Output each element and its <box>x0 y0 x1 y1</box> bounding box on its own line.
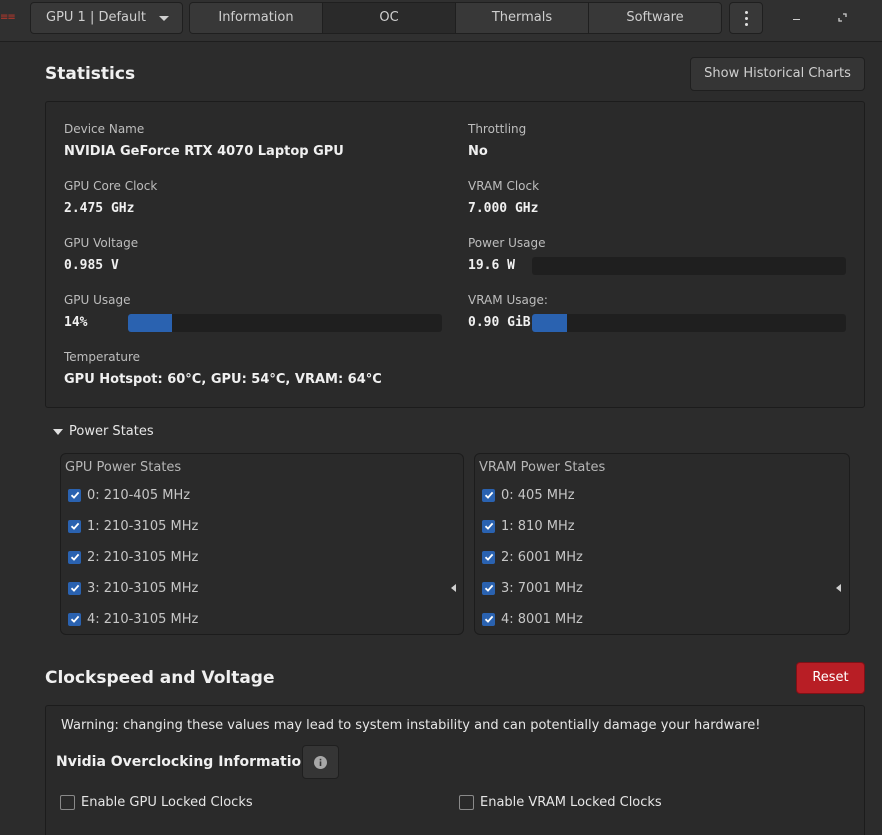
vram-power-state-label: 1: 810 MHz <box>501 518 575 534</box>
gpu-power-state-item[interactable]: 2: 210-3105 MHz <box>68 549 198 565</box>
vram-power-state-label: 0: 405 MHz <box>501 487 575 503</box>
scroll-left-icon[interactable] <box>836 584 841 592</box>
gpu-power-state-label: 1: 210-3105 MHz <box>87 518 199 534</box>
temperature-value: GPU Hotspot: 60°C, GPU: 54°C, VRAM: 64°C <box>64 372 382 387</box>
vram-locked-clocks-checkbox[interactable] <box>459 795 474 810</box>
expander-triangle-icon <box>53 428 63 435</box>
checkbox-checked-icon[interactable] <box>482 519 495 533</box>
device-name-label: Device Name <box>64 122 145 136</box>
tab-thermals[interactable]: Thermals <box>456 3 589 33</box>
gpu-usage-value: 14% <box>64 315 88 330</box>
main-tabs: Information OC Thermals Software <box>189 2 722 34</box>
gpu-power-state-label: 3: 210-3105 MHz <box>87 580 199 596</box>
vram-locked-clocks-option[interactable]: Enable VRAM Locked Clocks <box>459 795 662 810</box>
checkbox-checked-icon[interactable] <box>68 550 81 564</box>
vram-power-state-label: 4: 8001 MHz <box>501 611 583 627</box>
reset-button[interactable]: Reset <box>796 662 865 694</box>
power-usage-value: 19.6 W <box>468 258 515 273</box>
tab-information[interactable]: Information <box>190 3 323 33</box>
power-usage-label: Power Usage <box>468 236 546 250</box>
gpu-power-state-item[interactable]: 1: 210-3105 MHz <box>68 518 198 534</box>
vram-usage-bar-fill <box>532 314 567 332</box>
header-bar: ≡≡ GPU 1 | Default Information OC Therma… <box>0 0 882 42</box>
statistics-panel: Device Name NVIDIA GeForce RTX 4070 Lapt… <box>45 101 865 408</box>
info-icon <box>314 755 327 769</box>
gpu-usage-bar <box>128 314 442 332</box>
gpu-power-state-label: 2: 210-3105 MHz <box>87 549 199 565</box>
vram-power-state-label: 2: 6001 MHz <box>501 549 583 565</box>
checkbox-checked-icon[interactable] <box>68 581 81 595</box>
app-logo-icon: ≡≡ <box>0 14 16 22</box>
gpu-selector-label: GPU 1 | Default <box>46 10 146 25</box>
vram-power-state-item[interactable]: 4: 8001 MHz <box>482 611 583 627</box>
checkbox-checked-icon[interactable] <box>68 519 81 533</box>
vram-power-state-item[interactable]: 3: 7001 MHz <box>482 580 583 596</box>
scroll-left-icon[interactable] <box>451 584 456 592</box>
vram-power-state-item[interactable]: 1: 810 MHz <box>482 518 575 534</box>
chevron-down-icon <box>159 16 169 21</box>
vram-usage-bar <box>532 314 846 332</box>
vram-power-state-item[interactable]: 0: 405 MHz <box>482 487 575 503</box>
gpu-locked-clocks-label: Enable GPU Locked Clocks <box>81 795 253 810</box>
voltage-label: GPU Voltage <box>64 236 139 250</box>
vram-usage-value: 0.90 GiB <box>468 315 531 330</box>
show-historical-charts-button[interactable]: Show Historical Charts <box>690 57 865 91</box>
info-button[interactable] <box>302 745 339 779</box>
gpu-power-state-item[interactable]: 3: 210-3105 MHz <box>68 580 198 596</box>
power-states-expander[interactable]: Power States <box>53 424 154 439</box>
gpu-locked-clocks-option[interactable]: Enable GPU Locked Clocks <box>60 795 253 810</box>
warning-text: Warning: changing these values may lead … <box>61 718 761 733</box>
checkbox-checked-icon[interactable] <box>482 612 495 626</box>
vram-power-state-item[interactable]: 2: 6001 MHz <box>482 549 583 565</box>
gpu-usage-label: GPU Usage <box>64 293 131 307</box>
gpu-power-state-label: 0: 210-405 MHz <box>87 487 191 503</box>
gpu-power-state-label: 4: 210-3105 MHz <box>87 611 199 627</box>
vram-power-state-label: 3: 7001 MHz <box>501 580 583 596</box>
voltage-value: 0.985 V <box>64 258 119 273</box>
minimize-icon[interactable] <box>793 19 800 20</box>
power-states-label: Power States <box>69 424 154 439</box>
throttling-label: Throttling <box>468 122 527 136</box>
tab-oc[interactable]: OC <box>323 3 456 33</box>
core-clock-value: 2.475 GHz <box>64 201 135 216</box>
kebab-menu-button[interactable] <box>729 2 763 34</box>
tab-software[interactable]: Software <box>589 3 721 33</box>
gpu-power-states-header: GPU Power States <box>65 460 182 475</box>
gpu-power-state-item[interactable]: 0: 210-405 MHz <box>68 487 190 503</box>
gpu-power-states-list: GPU Power States 0: 210-405 MHz 1: 210-3… <box>60 453 464 635</box>
gpu-selector-dropdown[interactable]: GPU 1 | Default <box>30 2 183 34</box>
checkbox-checked-icon[interactable] <box>68 612 81 626</box>
checkbox-checked-icon[interactable] <box>482 581 495 595</box>
clockspeed-title: Clockspeed and Voltage <box>45 668 275 688</box>
core-clock-label: GPU Core Clock <box>64 179 158 193</box>
gpu-usage-bar-fill <box>128 314 172 332</box>
checkbox-checked-icon[interactable] <box>482 488 495 502</box>
checkbox-checked-icon[interactable] <box>482 550 495 564</box>
statistics-title: Statistics <box>45 64 136 84</box>
vram-power-states-list: VRAM Power States 0: 405 MHz 1: 810 MHz … <box>474 453 850 635</box>
device-name-value: NVIDIA GeForce RTX 4070 Laptop GPU <box>64 144 344 159</box>
clockspeed-panel: Warning: changing these values may lead … <box>45 705 865 835</box>
power-usage-bar <box>532 257 846 275</box>
vram-clock-label: VRAM Clock <box>468 179 540 193</box>
vram-power-states-header: VRAM Power States <box>479 460 606 475</box>
gpu-power-state-item[interactable]: 4: 210-3105 MHz <box>68 611 198 627</box>
gpu-locked-clocks-checkbox[interactable] <box>60 795 75 810</box>
throttling-value: No <box>468 144 488 159</box>
vram-clock-value: 7.000 GHz <box>468 201 539 216</box>
maximize-icon[interactable] <box>838 13 847 22</box>
checkbox-checked-icon[interactable] <box>68 488 81 502</box>
oc-info-title: Nvidia Overclocking Information <box>56 754 312 770</box>
vram-usage-label: VRAM Usage: <box>468 293 548 307</box>
kebab-menu-icon <box>744 10 748 14</box>
vram-locked-clocks-label: Enable VRAM Locked Clocks <box>480 795 662 810</box>
temperature-label: Temperature <box>64 350 141 364</box>
